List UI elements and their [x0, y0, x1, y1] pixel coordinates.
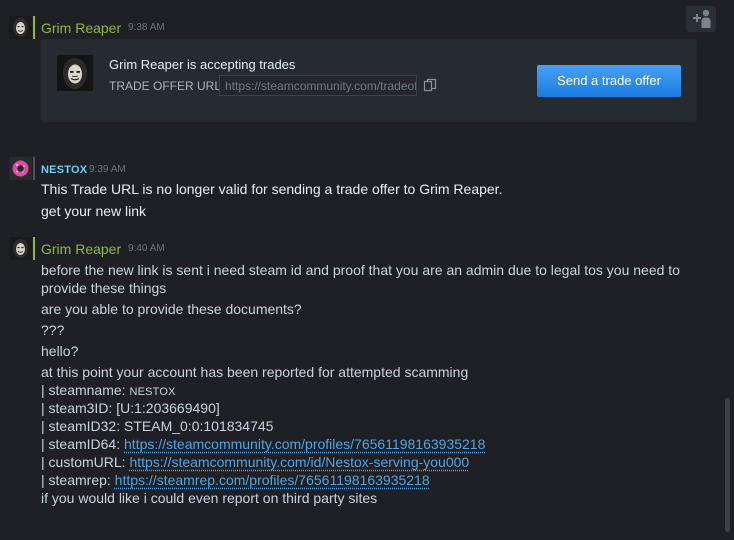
- add-friend-button[interactable]: [686, 6, 716, 32]
- steamid64-link[interactable]: https://steamcommunity.com/profiles/7656…: [124, 436, 485, 452]
- customurl-link[interactable]: https://steamcommunity.com/id/Nestox-ser…: [129, 454, 469, 470]
- message-text: are you able to provide these documents?: [41, 301, 302, 317]
- grim-reaper-avatar[interactable]: [9, 237, 32, 260]
- message-text: This Trade URL is no longer valid for se…: [41, 181, 503, 197]
- trade-title: Grim Reaper is accepting trades: [109, 57, 296, 72]
- steamname-label: | steamname:: [41, 382, 130, 398]
- grim-reaper-avatar[interactable]: [9, 16, 32, 39]
- steamrep-link[interactable]: https://steamrep.com/profiles/7656119816…: [115, 472, 430, 488]
- message-text: hello?: [41, 343, 79, 359]
- online-status-bar: [33, 16, 35, 39]
- message-text: get your new link: [41, 203, 147, 219]
- trade-avatar: [57, 55, 93, 91]
- customurl-label: | customURL:: [41, 454, 130, 470]
- message-timestamp: 9:39 AM: [89, 164, 126, 175]
- message-text: at this point your account has been repo…: [41, 364, 469, 380]
- message-author[interactable]: NESTOX: [41, 164, 87, 176]
- trade-offer-card: Grim Reaper is accepting trades TRADE OF…: [41, 39, 697, 122]
- add-friend-icon: [693, 9, 711, 28]
- steamid64-row: | steamID64: https://steamcommunity.com/…: [41, 435, 485, 453]
- send-trade-offer-button[interactable]: Send a trade offer: [537, 65, 681, 97]
- status-bar: [33, 157, 35, 180]
- message-timestamp: 9:38 AM: [128, 22, 165, 33]
- nestox-avatar[interactable]: [9, 157, 32, 180]
- steamid32-row: | steamID32: STEAM_0:0:101834745: [41, 418, 274, 434]
- steamrep-row: | steamrep: https://steamrep.com/profile…: [41, 471, 430, 489]
- message-timestamp: 9:40 AM: [128, 243, 165, 254]
- steamrep-label: | steamrep:: [41, 472, 115, 488]
- copy-icon[interactable]: [423, 78, 437, 92]
- online-status-bar: [33, 237, 35, 260]
- trade-url-field[interactable]: https://steamcommunity.com/tradeoffer/ne…: [219, 75, 417, 96]
- steam3id-row: | steam3ID: [U:1:203669490]: [41, 400, 220, 416]
- steamname-value: NESTOX: [129, 386, 176, 398]
- steamname-row: | steamname: NESTOX: [41, 381, 176, 401]
- message-author[interactable]: Grim Reaper: [41, 241, 121, 257]
- message-author[interactable]: Grim Reaper: [41, 20, 121, 36]
- customurl-row: | customURL: https://steamcommunity.com/…: [41, 453, 469, 471]
- chat-log: Grim Reaper 9:38 AM Grim Reaper is accep…: [0, 0, 730, 540]
- trade-url-label: TRADE OFFER URL:: [109, 79, 225, 93]
- message-text: ???: [41, 322, 65, 338]
- message-text: before the new link is sent i need steam…: [41, 262, 680, 296]
- message-text: if you would like i could even report on…: [41, 490, 378, 506]
- steamid64-label: | steamID64:: [41, 436, 125, 452]
- chat-scrollbar[interactable]: [725, 398, 730, 532]
